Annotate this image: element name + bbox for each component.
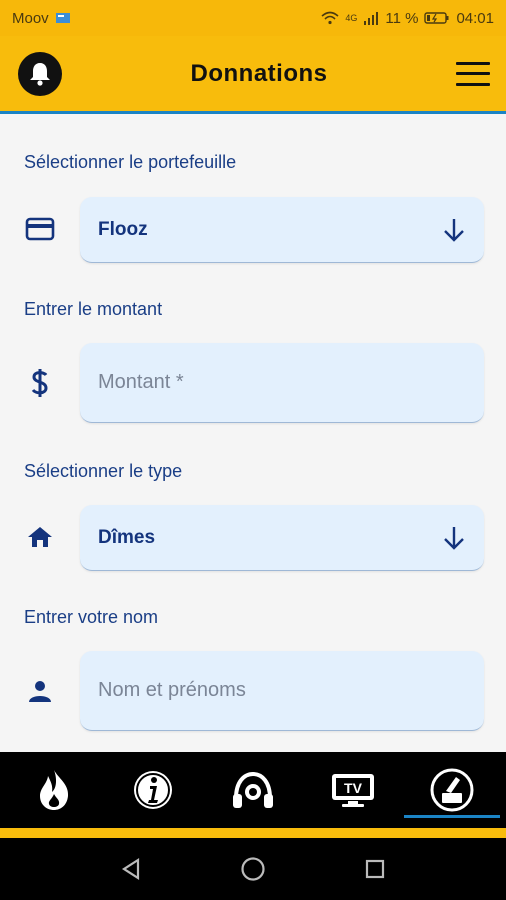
carrier-label: Moov (12, 9, 49, 27)
signal-icon (363, 11, 379, 25)
battery-percent: 11 % (385, 9, 419, 27)
page-title: Donnations (190, 59, 328, 87)
home-button[interactable] (233, 849, 273, 889)
type-label: Sélectionner le type (24, 461, 183, 481)
hamburger-line (456, 72, 490, 75)
name-input[interactable] (98, 679, 466, 702)
clock: 04:01 (456, 9, 494, 27)
amount-field[interactable] (80, 343, 484, 423)
bell-icon (30, 62, 50, 86)
nav-info[interactable] (105, 752, 201, 828)
wallet-label: Sélectionner le portefeuille (24, 152, 237, 172)
wifi-icon (321, 11, 339, 25)
info-icon (134, 771, 173, 809)
app-bar: Donnations (0, 36, 506, 114)
square-icon (365, 859, 385, 879)
network-type: 4G (345, 13, 358, 23)
donation-form: Sélectionner le portefeuille Flooz Entre… (0, 117, 506, 752)
hamburger-line (456, 61, 490, 65)
tv-label: TV (344, 780, 363, 796)
person-icon (24, 675, 56, 707)
battery-icon (424, 11, 450, 25)
arrow-down-icon (444, 218, 464, 242)
credit-card-icon (24, 213, 56, 245)
donation-icon (430, 768, 474, 812)
notifications-button[interactable] (18, 51, 62, 96)
nav-flame[interactable] (6, 752, 102, 828)
dollar-icon (24, 367, 56, 399)
type-value: Dîmes (98, 526, 156, 548)
status-bar: Moov 4G 11 % 04:01 (0, 0, 506, 36)
menu-button[interactable] (456, 61, 490, 86)
wallet-value: Flooz (98, 218, 148, 240)
nav-donation[interactable] (404, 752, 501, 828)
flame-icon (39, 770, 68, 810)
name-field[interactable] (80, 651, 484, 731)
bottom-accent-bar (0, 828, 506, 838)
nav-tv[interactable]: TV (305, 752, 401, 828)
nav-radio[interactable] (205, 752, 301, 828)
notification-icon (55, 11, 71, 25)
bottom-nav: TV (0, 752, 506, 828)
home-icon (24, 521, 56, 553)
recents-button[interactable] (355, 849, 395, 889)
hamburger-line (456, 82, 490, 86)
back-icon (121, 857, 140, 881)
amount-input[interactable] (98, 371, 466, 394)
wallet-select[interactable]: Flooz (80, 197, 484, 263)
headphones-icon (232, 771, 273, 808)
system-nav-bar (0, 838, 506, 900)
arrow-down-icon (444, 526, 464, 550)
tv-icon: TV (331, 774, 374, 807)
name-label: Entrer votre nom (24, 607, 159, 627)
back-button[interactable] (111, 849, 151, 889)
amount-label: Entrer le montant (24, 299, 163, 319)
type-select[interactable]: Dîmes (80, 505, 484, 571)
circle-icon (241, 857, 265, 881)
